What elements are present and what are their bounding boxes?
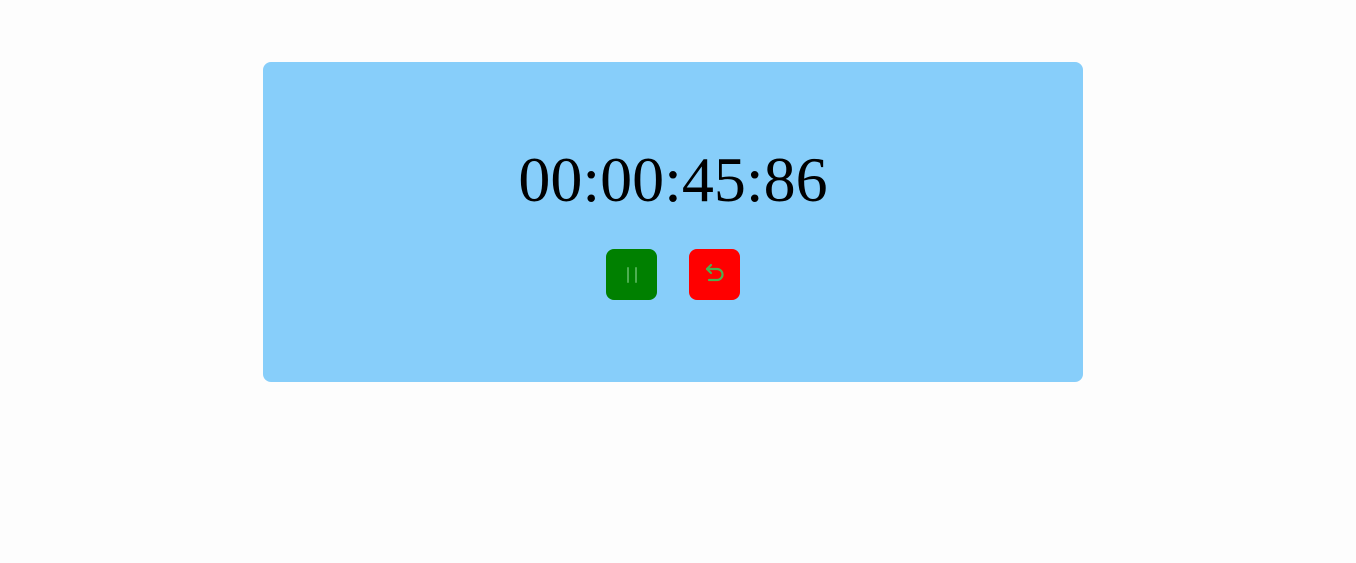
time-display: 00:00:45:86 <box>518 144 828 215</box>
pause-icon <box>622 265 642 285</box>
reset-button[interactable] <box>689 249 740 300</box>
controls <box>263 249 1083 300</box>
pause-button[interactable] <box>606 249 657 300</box>
undo-icon <box>702 262 728 288</box>
stopwatch-card: 00:00:45:86 <box>263 62 1083 382</box>
